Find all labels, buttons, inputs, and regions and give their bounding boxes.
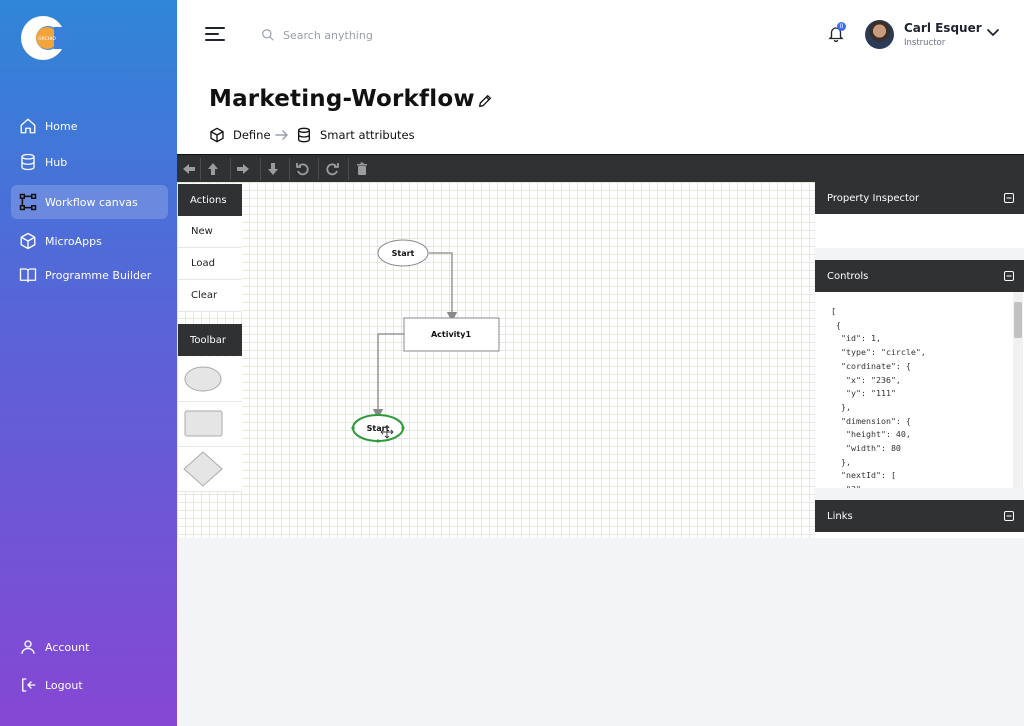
top-header: 0 Carl Esquer Instructor [177, 0, 1024, 70]
workflow-node-activity[interactable]: Activity1 [403, 317, 500, 352]
property-inspector-header[interactable]: Property Inspector [815, 182, 1024, 214]
controls-json-viewer[interactable]: [ { "id": 1, "type": "circle", "cordinat… [815, 292, 1024, 488]
arrow-down-icon[interactable] [265, 161, 281, 177]
cube-icon [20, 232, 36, 250]
workflow-diagram: Start Activity1 Start [351, 239, 500, 443]
sidebar-item-microapps[interactable]: MicroApps [11, 224, 168, 258]
collapse-icon[interactable] [1004, 193, 1014, 203]
sidebar-item-programme-builder[interactable]: Programme Builder [11, 258, 168, 292]
arrow-right-icon [275, 130, 288, 140]
ellipse-shape-tool[interactable] [178, 357, 242, 402]
app-logo[interactable]: ORCHID [20, 13, 66, 63]
search-input[interactable] [283, 28, 463, 42]
collapse-icon[interactable] [1004, 271, 1014, 281]
user-role: Instructor [904, 38, 946, 48]
links-title: Links [827, 510, 853, 522]
page-title: Marketing-Workflow [209, 86, 475, 112]
search-bar [261, 24, 481, 46]
canvas-toolbar [177, 154, 1024, 182]
breadcrumb-smart-attributes[interactable]: Smart attributes [296, 127, 415, 143]
breadcrumb-label: Define [233, 128, 271, 142]
diamond-shape-tool[interactable] [178, 447, 242, 492]
user-icon [21, 640, 35, 654]
actions-panel-title: Actions [178, 184, 242, 216]
logout-icon [22, 678, 36, 692]
sidebar-item-workflow-canvas[interactable]: Workflow canvas [11, 185, 168, 219]
arrow-right-icon[interactable] [235, 161, 251, 177]
breadcrumb-define[interactable]: Define [209, 127, 271, 143]
rectangle-shape-tool[interactable] [178, 402, 242, 447]
sidebar-item-label: Logout [45, 678, 83, 692]
home-icon [20, 118, 36, 134]
sidebar-item-hub[interactable]: Hub [11, 145, 168, 179]
sidebar: ORCHID Home Hub Workflow canvas MicroApp… [0, 0, 177, 726]
avatar[interactable] [865, 20, 894, 49]
sidebar-item-account[interactable]: Account [11, 630, 168, 664]
menu-icon[interactable] [205, 26, 225, 42]
redo-icon[interactable] [324, 161, 340, 177]
book-icon [19, 268, 37, 283]
connector-line[interactable] [429, 252, 458, 323]
cube-icon [210, 127, 224, 143]
controls-header[interactable]: Controls [815, 260, 1024, 292]
undo-icon[interactable] [295, 161, 311, 177]
property-inspector-title: Property Inspector [827, 192, 920, 204]
arrow-up-icon[interactable] [205, 161, 221, 177]
sidebar-item-home[interactable]: Home [11, 109, 168, 143]
workflow-icon [19, 193, 37, 211]
controls-scrollbar[interactable] [1013, 292, 1023, 488]
scrollbar-thumb[interactable] [1014, 302, 1022, 338]
chevron-down-icon[interactable] [986, 28, 1000, 38]
node-label: Start [392, 249, 415, 258]
links-body [815, 532, 1024, 538]
pencil-icon[interactable] [477, 93, 493, 109]
property-inspector-body [815, 214, 1024, 248]
toolbar-panel-title: Toolbar [178, 324, 242, 356]
load-button[interactable]: Load [178, 248, 242, 280]
arrow-left-icon[interactable] [181, 161, 197, 177]
collapse-icon[interactable] [1004, 511, 1014, 521]
sidebar-item-logout[interactable]: Logout [11, 668, 168, 702]
sidebar-item-label: Programme Builder [45, 268, 152, 282]
trash-icon[interactable] [354, 161, 370, 177]
sidebar-item-label: Hub [45, 155, 68, 169]
breadcrumb-label: Smart attributes [320, 128, 415, 142]
sidebar-item-label: Home [45, 119, 78, 133]
workflow-node-start-selected[interactable]: Start [351, 414, 405, 443]
search-icon [262, 29, 274, 41]
database-icon [21, 153, 35, 171]
user-name: Carl Esquer [904, 21, 982, 35]
controls-title: Controls [827, 270, 869, 282]
connector-line[interactable] [372, 333, 404, 420]
page-header: Marketing-Workflow Define Smart attribut… [177, 70, 1024, 154]
notification-button[interactable]: 0 [827, 22, 846, 44]
notification-badge: 0 [837, 22, 846, 31]
node-label: Activity1 [431, 330, 471, 339]
logo-text: ORCHID [38, 36, 56, 42]
left-panel: Actions New Load Clear Toolbar [177, 182, 243, 538]
sidebar-item-label: Account [45, 640, 90, 654]
sidebar-item-label: MicroApps [45, 234, 102, 248]
links-header[interactable]: Links [815, 500, 1024, 532]
sidebar-item-label: Workflow canvas [45, 195, 138, 209]
database-icon [298, 127, 310, 143]
clear-button[interactable]: Clear [178, 280, 242, 312]
controls-json-text: [ { "id": 1, "type": "circle", "cordinat… [831, 306, 926, 488]
workflow-node-start[interactable]: Start [377, 239, 429, 267]
new-button[interactable]: New [178, 216, 242, 248]
